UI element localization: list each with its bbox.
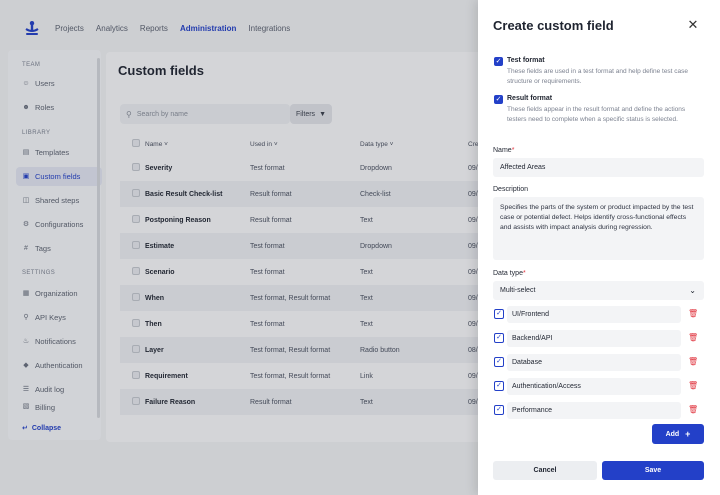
drawer-title: Create custom field [493,18,614,33]
result-format-checkbox[interactable]: ✓ [494,95,503,104]
data-type-value: Multi-select [500,287,536,294]
save-button[interactable]: Save [602,461,704,480]
cancel-button[interactable]: Cancel [493,461,597,480]
trash-icon[interactable]: 🗑 [688,381,698,391]
option-checkbox[interactable]: ✓ [494,381,504,391]
trash-icon[interactable]: 🗑 [688,405,698,415]
result-format-description: These fields appear in the result format… [507,106,686,123]
option-checkbox[interactable]: ✓ [494,309,504,319]
option-checkbox[interactable]: ✓ [494,357,504,367]
data-type-label: Data type* [493,270,526,277]
option-input[interactable]: Backend/API [507,330,681,347]
add-option-button[interactable]: Add + [652,424,704,444]
result-format-label: Result format [507,95,553,102]
option-input[interactable]: Performance [507,402,681,419]
option-input[interactable]: Database [507,354,681,371]
description-label: Description [493,186,529,193]
description-field[interactable]: Specifies the parts of the system or pro… [493,197,704,260]
option-checkbox[interactable]: ✓ [494,333,504,343]
trash-icon[interactable]: 🗑 [688,309,698,319]
test-format-label: Test format [507,57,545,64]
option-input[interactable]: Authentication/Access [507,378,681,395]
close-icon[interactable]: ✕ [686,18,700,32]
trash-icon[interactable]: 🗑 [688,357,698,367]
chevron-down-icon: ⌄ [689,286,696,295]
option-input[interactable]: UI/Frontend [507,306,681,323]
name-field[interactable]: Affected Areas [493,158,704,177]
plus-icon: + [685,429,691,439]
add-label: Add [665,430,680,438]
test-format-description: These fields are used in a test format a… [507,68,689,85]
name-label: Name* [493,147,515,154]
test-format-checkbox[interactable]: ✓ [494,57,503,66]
create-custom-field-drawer: Create custom field ✕ ✓ Test format Thes… [478,0,720,495]
option-checkbox[interactable]: ✓ [494,405,504,415]
trash-icon[interactable]: 🗑 [688,333,698,343]
data-type-select[interactable]: Multi-select ⌄ [493,281,704,300]
